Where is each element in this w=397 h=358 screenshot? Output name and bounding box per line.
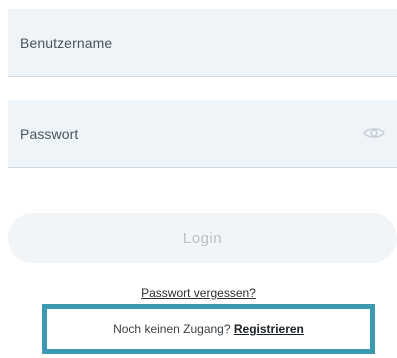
username-field[interactable]: Benutzername [8,9,397,77]
forgot-password-link[interactable]: Passwort vergessen? [0,286,397,300]
register-link[interactable]: Registrieren [234,322,304,336]
username-placeholder: Benutzername [20,35,113,51]
password-placeholder: Passwort [20,126,79,142]
login-form: Benutzername Passwort Login Passwort ver… [0,0,397,358]
signup-prompt-box: Noch keinen Zugang? Registrieren [42,304,375,354]
password-field[interactable]: Passwort [8,100,397,168]
signup-prompt-text: Noch keinen Zugang? [113,322,231,336]
login-button[interactable]: Login [8,213,397,263]
eye-icon[interactable] [363,126,385,140]
